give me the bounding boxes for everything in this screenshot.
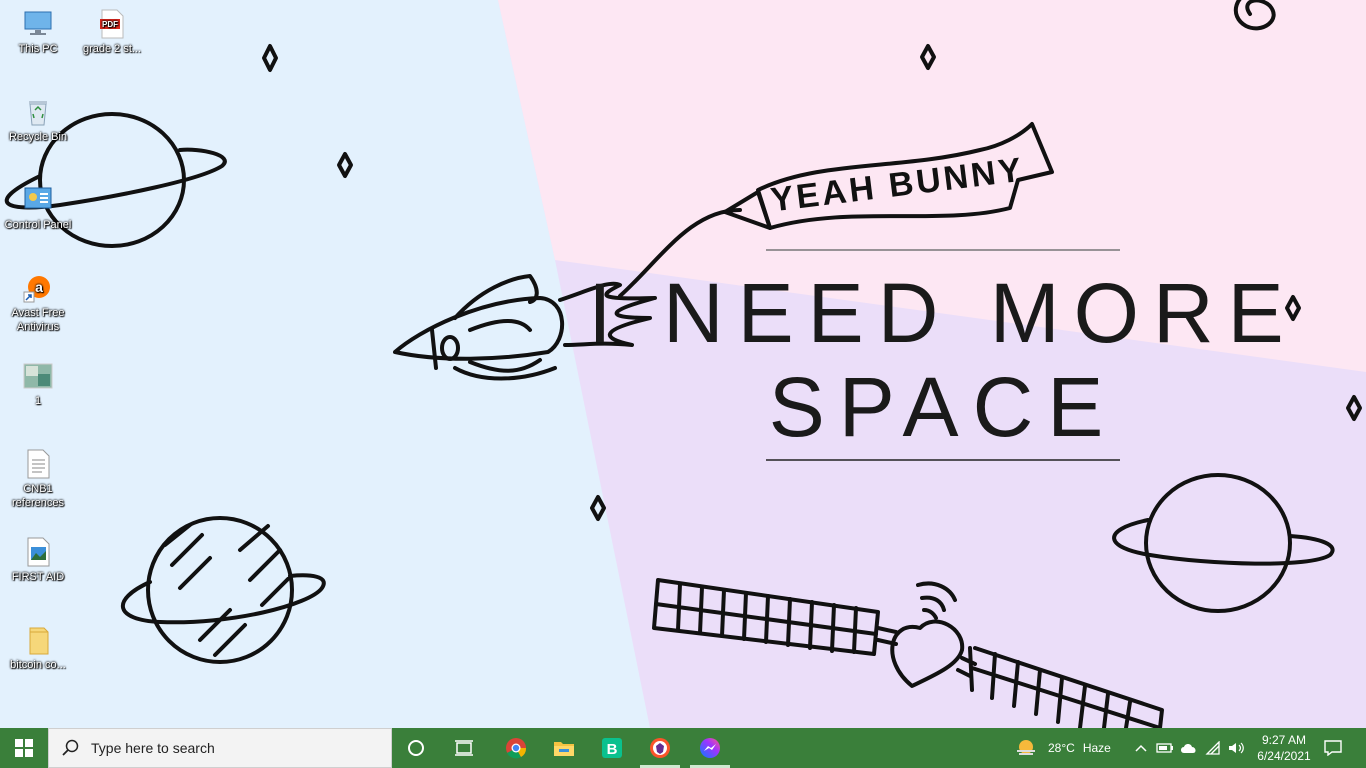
action-center-button[interactable] <box>1318 728 1348 768</box>
tray-network-button[interactable] <box>1202 728 1224 768</box>
sun-haze-icon <box>1017 740 1035 755</box>
image-thumbnail-icon <box>22 360 54 392</box>
wifi-icon <box>1205 741 1220 755</box>
desktop-icon-label: FIRST AID <box>11 571 65 583</box>
control-panel-icon <box>22 184 54 216</box>
desktop-icon-control-panel[interactable]: Control Panel <box>0 184 76 232</box>
task-view-icon <box>455 740 473 756</box>
recycle-bin-icon <box>22 96 54 128</box>
svg-text:B: B <box>607 741 618 758</box>
taskbar-search-box[interactable] <box>48 728 392 768</box>
cortana-circle-icon <box>408 740 424 756</box>
taskbar-app-bitcoin-wallet[interactable]: B <box>588 728 636 768</box>
taskbar-clock[interactable]: 9:27 AM 6/24/2021 <box>1248 728 1320 768</box>
taskbar-app-messenger[interactable] <box>686 728 734 768</box>
show-hidden-icons-button[interactable] <box>1130 728 1152 768</box>
messenger-icon <box>700 738 720 758</box>
desktop-icon-label: bitcoin co... <box>10 659 66 671</box>
computer-icon <box>22 8 54 40</box>
image-file-icon <box>22 536 54 568</box>
cloud-icon <box>1181 744 1196 753</box>
file-explorer-icon <box>554 742 574 756</box>
tray-onedrive-button[interactable] <box>1178 728 1200 768</box>
headline-line-1: I NEED MORE <box>588 266 1297 360</box>
chevron-up-icon <box>1135 744 1147 752</box>
cortana-button[interactable] <box>392 728 440 768</box>
task-view-button[interactable] <box>440 728 488 768</box>
text-document-icon <box>22 448 54 480</box>
desktop-wallpaper: YEAH BUNNY I NEED MORE SPACE <box>0 0 1366 728</box>
taskbar: B 28°C Haze 9:27 AM 6/24/2021 <box>0 728 1366 768</box>
notification-icon <box>1324 740 1342 756</box>
bitcoin-wallet-icon: B <box>602 738 622 758</box>
headline-line-2: SPACE <box>769 360 1118 454</box>
chrome-icon <box>506 738 527 759</box>
desktop-icon-recycle-bin[interactable]: Recycle Bin <box>0 96 76 144</box>
weather-condition: Haze <box>1082 741 1111 755</box>
folder-icon <box>22 624 54 656</box>
pdf-icon: PDF <box>96 8 128 40</box>
desktop-icon-avast[interactable]: a Avast Free Antivirus <box>0 272 76 334</box>
windows-logo-icon <box>15 739 33 757</box>
taskbar-app-brave[interactable] <box>636 728 684 768</box>
search-icon <box>62 739 79 756</box>
desktop-icon-image-1[interactable]: 1 <box>0 360 76 408</box>
taskbar-app-chrome[interactable] <box>492 728 540 768</box>
desktop-icon-label: CNB1 references <box>12 483 64 509</box>
desktop-icon-pdf[interactable]: PDF grade 2 st... <box>74 8 150 56</box>
clock-time: 9:27 AM <box>1261 733 1307 747</box>
desktop-icon-label: 1 <box>34 395 42 407</box>
battery-plug-icon <box>1156 743 1173 753</box>
tray-battery-button[interactable] <box>1154 728 1176 768</box>
desktop-icon-cnb1-references[interactable]: CNB1 references <box>0 448 76 510</box>
avast-icon: a <box>22 272 54 304</box>
desktop-icon-label: This PC <box>18 43 58 55</box>
desktop-icon-area: This PC PDF grade 2 st... Recycle Bin Co… <box>0 0 160 728</box>
svg-text:PDF: PDF <box>102 20 118 29</box>
desktop-icon-bitcoin-folder[interactable]: bitcoin co... <box>0 624 76 672</box>
weather-temperature: 28°C <box>1048 741 1075 755</box>
clock-date: 6/24/2021 <box>1257 749 1311 763</box>
start-button[interactable] <box>0 728 48 768</box>
tray-volume-button[interactable] <box>1226 728 1248 768</box>
svg-text:a: a <box>35 279 43 295</box>
brave-icon <box>650 738 670 758</box>
desktop-icon-label: Control Panel <box>4 219 72 231</box>
taskbar-app-file-explorer[interactable] <box>540 728 588 768</box>
desktop-icon-first-aid[interactable]: FIRST AID <box>0 536 76 584</box>
weather-widget[interactable]: 28°C Haze <box>1014 728 1126 768</box>
speaker-icon <box>1229 742 1244 754</box>
desktop-icon-label: Avast Free Antivirus <box>11 307 65 333</box>
desktop-icon-this-pc[interactable]: This PC <box>0 8 76 56</box>
search-input[interactable] <box>89 739 373 757</box>
desktop-icon-label: grade 2 st... <box>82 43 142 55</box>
desktop-icon-label: Recycle Bin <box>8 131 68 143</box>
